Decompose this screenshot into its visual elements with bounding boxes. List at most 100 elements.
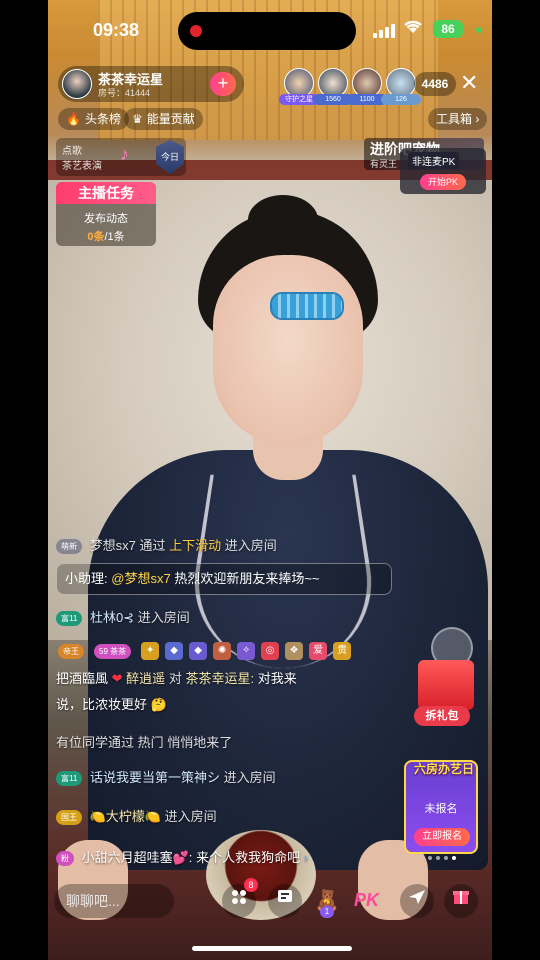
fire-medal-icon: ✺ — [213, 642, 232, 660]
chat-user[interactable]: 话说我要当第一策神シ — [90, 770, 220, 785]
chat-message: 把酒臨風 ❤ 醉逍遥 对 茶茶幸运星: 对我来 — [56, 668, 297, 687]
love-badge: 爱 — [309, 642, 328, 660]
chevron-right-icon[interactable]: › — [304, 850, 308, 865]
chat-user[interactable]: 醉逍遥 — [126, 671, 165, 686]
host-avatar[interactable] — [62, 69, 92, 99]
chat-user[interactable]: 茶茶幸运星: — [185, 671, 254, 686]
hair-roller — [270, 292, 344, 320]
recording-dot-icon — [190, 25, 202, 37]
user-badge: 粉 — [56, 851, 74, 867]
carousel-dots — [428, 856, 456, 860]
assistant-label: 小助理: — [65, 571, 108, 586]
task-progress: 0条/1条 — [56, 228, 156, 244]
user-badge: 富11 — [56, 611, 83, 627]
event-status: 未报名 — [424, 803, 458, 815]
streamer-face — [213, 255, 363, 445]
pk-banner-sub: 有灵王 — [370, 159, 398, 169]
gold-medal-icon: ✦ — [141, 642, 160, 660]
message-icon[interactable] — [268, 884, 302, 918]
headline-label: 头条榜 — [84, 112, 121, 126]
register-button[interactable]: 立即报名 — [414, 828, 470, 846]
chat-user[interactable]: 🍋大柠檬🍋 — [90, 809, 161, 824]
chat-input[interactable]: 聊聊吧... — [54, 884, 174, 918]
chat-message: 粉 小甜六月超哇塞💕: 来个人救我狗命吧 › — [56, 847, 308, 867]
viewer-avatar[interactable]: 1100 — [347, 68, 387, 105]
level-badge: 1 — [320, 906, 334, 918]
chat-text: 有位同学通过 热门 悄悄地来了 — [56, 735, 233, 750]
close-icon[interactable]: ✕ — [460, 70, 478, 96]
toolbox-button[interactable]: 工具箱 › — [428, 108, 488, 130]
chat-text: 进入房间 — [164, 809, 217, 824]
chat-text: 对我来 — [257, 671, 297, 686]
chat-text: 热烈欢迎新朋友来捧场~~ — [174, 571, 320, 586]
chat-message: 富11 杜林0⊰ 进入房间 — [56, 607, 190, 627]
pk-button[interactable]: PK — [354, 890, 379, 911]
purple-medal-icon: ◆ — [189, 642, 208, 660]
viewer-avatar[interactable]: 126 — [381, 68, 421, 105]
host-task-card[interactable]: 主播任务 发布动态 0条/1条 — [56, 182, 156, 246]
live-stream-screen: 09:38 86 茶茶幸运星 房号：41444 + 守护之星 1560 1100… — [48, 0, 492, 960]
user-badge: 富11 — [56, 771, 83, 787]
avatar-level[interactable]: 🧸 1 — [310, 884, 344, 918]
chat-message: 国王 🍋大柠檬🍋 进入房间 — [56, 806, 217, 826]
follow-button[interactable]: + — [210, 72, 236, 96]
dynamic-island — [178, 12, 356, 50]
noble-badge: 贵 — [333, 642, 352, 660]
start-pk-button[interactable]: 开始PK — [420, 174, 466, 190]
top-viewers[interactable]: 守护之星 1560 1100 126 — [279, 68, 421, 105]
song-label: 点歌 — [62, 146, 82, 157]
chat-text: 来个人救我狗命吧 — [196, 850, 301, 865]
host-room-id: 房号：41444 — [98, 88, 151, 98]
home-indicator[interactable] — [192, 946, 352, 951]
battery-indicator: 86 — [433, 20, 463, 38]
host-info[interactable]: 茶茶幸运星 房号：41444 + — [58, 66, 244, 102]
crown-icon: ♛ — [132, 112, 143, 126]
status-time: 09:38 — [93, 20, 140, 40]
wifi-icon — [403, 18, 423, 39]
gift-box-icon[interactable] — [418, 660, 474, 710]
user-badge: 国王 — [56, 810, 82, 826]
share-icon[interactable] — [400, 884, 434, 918]
flame-icon: 🔥 — [66, 112, 81, 126]
king-badge: 帝王 — [58, 643, 84, 659]
open-gift-button[interactable]: 拆礼包 — [414, 706, 470, 726]
apps-icon[interactable]: 8 — [222, 878, 258, 918]
privacy-dot-icon — [476, 27, 482, 33]
ring-medal-icon: ◎ — [261, 642, 280, 660]
chat-message: 萌新 梦想sx7 通过 上下滑动 进入房间 — [56, 535, 277, 555]
viewer-count[interactable]: 4486 — [414, 72, 456, 96]
chat-user[interactable]: 小甜六月超哇塞💕: — [82, 850, 193, 865]
chat-text: 通过 — [139, 538, 166, 553]
chat-highlight: 上下滑动 — [169, 538, 222, 553]
viewer-avatar[interactable]: 1560 — [313, 68, 353, 105]
viewer-tag: 126 — [381, 94, 421, 105]
pk-panel[interactable]: 非连麦PK 开始PK — [400, 148, 486, 194]
mention[interactable]: @梦想sx7 — [111, 571, 170, 586]
pk-panel-title: 非连麦PK — [408, 152, 460, 169]
chat-message: 有位同学通过 热门 悄悄地来了 — [56, 732, 232, 751]
level-badge: 59 茶茶 — [94, 643, 132, 659]
headline-chip[interactable]: 🔥 头条榜 — [58, 108, 129, 130]
thinking-icon: 🤔 — [150, 697, 167, 712]
energy-label: 能量贡献 — [146, 112, 195, 126]
wing-medal-icon: ❖ — [285, 642, 304, 660]
badge-row: 帝王 59 茶茶 ✦ ◆ ◆ ✺ ✧ ◎ ❖ 爱 贵 — [58, 642, 352, 660]
chat-message: 富11 话说我要当第一策神シ 进入房间 — [56, 767, 276, 787]
chat-message: 说，比浓妆更好 🤔 — [56, 694, 167, 713]
tea-label: 茶茶 — [110, 646, 127, 656]
chat-user[interactable]: 梦想sx7 — [90, 538, 136, 553]
chat-text: 进入房间 — [224, 538, 277, 553]
chat-text: 进入房间 — [137, 610, 190, 625]
star-medal-icon: ✧ — [237, 642, 256, 660]
chat-user[interactable]: 把酒臨風 — [56, 671, 108, 686]
task-progress-value: 0条 — [87, 231, 105, 243]
gift-icon[interactable] — [444, 884, 478, 918]
chat-user[interactable]: 杜林0⊰ — [90, 610, 134, 625]
user-badge: 萌新 — [56, 539, 82, 555]
signal-icon — [373, 22, 395, 38]
viewer-avatar[interactable]: 守护之星 — [279, 68, 319, 105]
notification-badge: 8 — [244, 878, 258, 892]
chat-text: 对 — [168, 671, 182, 686]
energy-chip[interactable]: ♛ 能量贡献 — [124, 108, 203, 130]
music-icon: ♪ — [120, 144, 129, 164]
